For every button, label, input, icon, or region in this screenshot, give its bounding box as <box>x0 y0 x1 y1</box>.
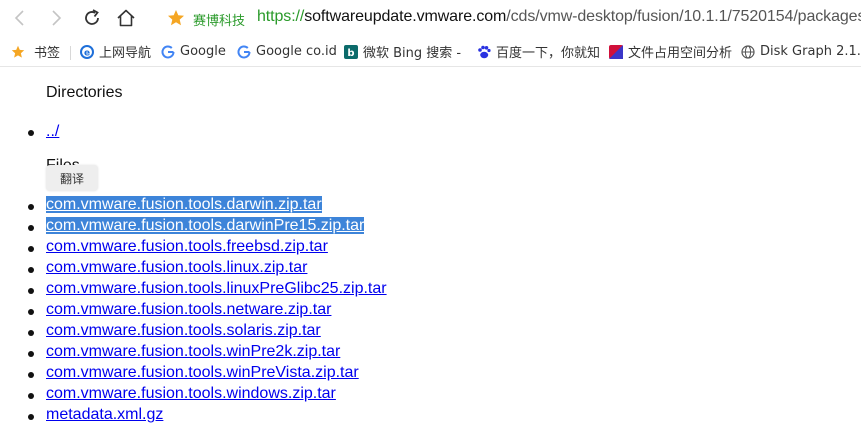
list-item: metadata.xml.gz <box>46 404 163 425</box>
list-item: com.vmware.fusion.tools.solaris.zip.tar <box>46 320 321 341</box>
translate-button[interactable]: 翻译 <box>46 165 98 191</box>
bookmark-label: 书签 <box>34 46 61 61</box>
file-link[interactable]: com.vmware.fusion.tools.winPre2k.zip.tar <box>46 343 340 360</box>
svg-text:e: e <box>84 48 90 58</box>
url-host: softwareupdate.vmware.com <box>304 8 507 25</box>
bookmark-label: 微软 Bing 搜索 - <box>363 46 462 61</box>
back-button[interactable] <box>8 6 32 30</box>
app-icon <box>609 44 623 59</box>
bookmark-label: Google co.id <box>256 44 337 59</box>
page-content: Directories ../ Files 翻译 com.vmware.fusi… <box>0 67 861 427</box>
list-item: com.vmware.fusion.tools.windows.zip.tar <box>46 383 336 404</box>
file-link[interactable]: metadata.xml.gz <box>46 406 163 423</box>
chevron-right-icon <box>52 10 62 26</box>
bookmark-item-google[interactable]: Google <box>161 43 226 60</box>
bookmark-divider <box>70 46 71 60</box>
reload-button[interactable] <box>80 6 104 30</box>
globe-icon <box>741 44 755 59</box>
list-item: com.vmware.fusion.tools.linux.zip.tar <box>46 257 307 278</box>
home-icon <box>117 9 135 27</box>
svg-text:b: b <box>347 48 354 59</box>
list-item: com.vmware.fusion.tools.darwin.zip.tar <box>46 194 322 215</box>
bookmark-item-bing[interactable]: b 微软 Bing 搜索 - <box>344 43 462 61</box>
list-item: com.vmware.fusion.tools.winPreVista.zip.… <box>46 362 359 383</box>
list-bullet <box>28 330 34 336</box>
ie-icon: e <box>80 44 94 59</box>
list-item: com.vmware.fusion.tools.netware.zip.tar <box>46 299 331 320</box>
bookmark-label: 文件占用空间分析 <box>628 46 733 61</box>
list-item: ../ <box>46 121 59 142</box>
list-bullet <box>28 204 34 210</box>
bookmark-item-file-analyzer[interactable]: 文件占用空间分析 <box>609 43 733 61</box>
bookmark-item-google-coid[interactable]: Google co.id <box>237 43 337 60</box>
file-link[interactable]: com.vmware.fusion.tools.darwin.zip.tar <box>46 196 322 213</box>
home-button[interactable] <box>114 6 138 30</box>
site-name-label: 赛博科技 <box>193 14 246 29</box>
google-icon <box>161 44 175 59</box>
browser-toolbar: 赛博科技 https://softwareupdate.vmware.com/c… <box>0 0 861 36</box>
list-bullet <box>28 414 34 420</box>
site-star-icon[interactable] <box>167 9 185 27</box>
list-bullet <box>28 393 34 399</box>
address-bar[interactable]: https://softwareupdate.vmware.com/cds/vm… <box>257 8 861 26</box>
file-link[interactable]: com.vmware.fusion.tools.windows.zip.tar <box>46 385 336 402</box>
bookmark-label: 上网导航 <box>99 46 152 61</box>
file-link[interactable]: com.vmware.fusion.tools.winPreVista.zip.… <box>46 364 359 381</box>
list-item: com.vmware.fusion.tools.winPre2k.zip.tar <box>46 341 340 362</box>
list-bullet <box>28 225 34 231</box>
file-link[interactable]: com.vmware.fusion.tools.netware.zip.tar <box>46 301 331 318</box>
star-icon <box>11 45 25 59</box>
list-bullet <box>28 351 34 357</box>
list-item: com.vmware.fusion.tools.linuxPreGlibc25.… <box>46 278 387 299</box>
bookmark-label: 百度一下，你就知 <box>496 46 601 61</box>
file-link[interactable]: com.vmware.fusion.tools.darwinPre15.zip.… <box>46 217 365 234</box>
chevron-left-icon <box>14 10 24 26</box>
list-bullet <box>28 372 34 378</box>
list-item: com.vmware.fusion.tools.freebsd.zip.tar <box>46 236 328 257</box>
list-item: com.vmware.fusion.tools.darwinPre15.zip.… <box>46 215 365 236</box>
file-link[interactable]: com.vmware.fusion.tools.linuxPreGlibc25.… <box>46 280 387 297</box>
directories-heading: Directories <box>46 84 123 101</box>
list-bullet <box>28 309 34 315</box>
url-path: /cds/vmw-desktop/fusion/10.1.1/7520154/p… <box>506 8 861 25</box>
file-link[interactable]: com.vmware.fusion.tools.solaris.zip.tar <box>46 322 321 339</box>
list-bullet <box>28 288 34 294</box>
list-bullet <box>28 267 34 273</box>
url-scheme: https:// <box>257 8 305 25</box>
baidu-icon <box>477 45 491 59</box>
bookmark-label: Disk Graph 2.1.1 <box>760 44 861 59</box>
file-link[interactable]: com.vmware.fusion.tools.linux.zip.tar <box>46 259 307 276</box>
forward-button[interactable] <box>44 6 68 30</box>
list-bullet <box>28 130 34 136</box>
google-icon <box>237 44 251 59</box>
bookmark-item-disk-graph[interactable]: Disk Graph 2.1.1 <box>741 43 861 60</box>
bookmark-label: Google <box>180 44 226 59</box>
bookmark-item-bookmarks[interactable]: 书签 <box>11 43 61 61</box>
list-bullet <box>28 246 34 252</box>
bing-icon: b <box>344 44 358 59</box>
bookmark-item-baidu[interactable]: 百度一下，你就知 <box>477 43 601 61</box>
parent-directory-link[interactable]: ../ <box>46 123 59 140</box>
file-link[interactable]: com.vmware.fusion.tools.freebsd.zip.tar <box>46 238 328 255</box>
bookmarks-bar: 书签 e 上网导航 Google Google co.id b 微软 Bing … <box>0 36 861 67</box>
reload-icon <box>85 9 99 25</box>
bookmark-item-nav[interactable]: e 上网导航 <box>80 43 152 61</box>
